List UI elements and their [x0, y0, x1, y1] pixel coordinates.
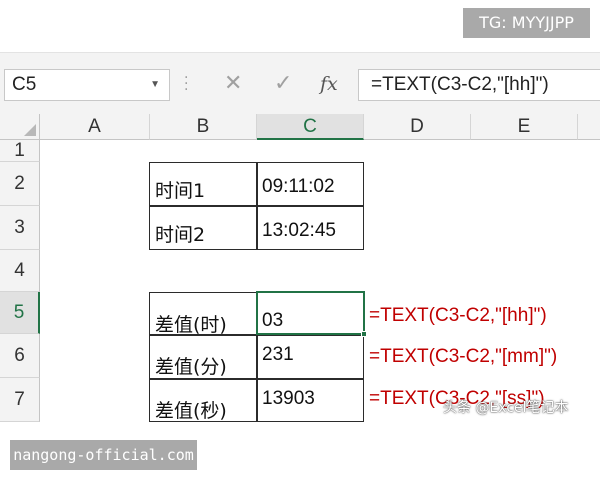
column-header-a[interactable]: A — [40, 114, 150, 140]
cell-c7[interactable]: 13903 — [257, 388, 315, 410]
watermark-corner: 头条 @Excel笔记本 — [443, 400, 569, 416]
insert-function-icon[interactable]: fx — [320, 73, 338, 95]
select-all-icon — [24, 124, 36, 136]
row-header-7[interactable]: 7 — [0, 378, 40, 422]
chevron-down-icon[interactable]: ▼ — [150, 70, 160, 100]
row-header-3[interactable]: 3 — [0, 206, 40, 250]
cell-c6[interactable]: 231 — [257, 344, 294, 366]
name-box-value: C5 — [12, 74, 37, 95]
fill-handle[interactable] — [361, 331, 367, 337]
column-header-e[interactable]: E — [471, 114, 578, 140]
watermark-badge-top: TG: MYYJJPP — [463, 8, 590, 38]
spreadsheet-grid: A B C D E 1 2 3 4 5 6 7 时间1 09:11:02 时间2… — [0, 114, 600, 430]
column-header-d[interactable]: D — [364, 114, 471, 140]
cancel-icon[interactable]: ✕ — [224, 71, 242, 96]
row-header-2[interactable]: 2 — [0, 162, 40, 206]
column-header-c[interactable]: C — [257, 114, 364, 140]
formula-bar: C5 ▼ · · · ✕ ✓ fx =TEXT(C3-C2,"[hh]") — [0, 52, 600, 114]
row-header-6[interactable]: 6 — [0, 334, 40, 378]
watermark-badge-bottom: nangong-official.com — [10, 440, 197, 470]
drag-handle-icon[interactable]: · · · — [184, 71, 188, 97]
cell-c5[interactable]: 03 — [257, 310, 283, 332]
select-all-corner[interactable] — [0, 114, 40, 140]
cell-c2[interactable]: 09:11:02 — [257, 176, 335, 198]
cell-b5[interactable]: 差值(时) — [150, 310, 227, 337]
top-band: TG: MYYJJPP — [0, 0, 600, 52]
column-header-f[interactable] — [578, 114, 600, 140]
row-header-4[interactable]: 4 — [0, 250, 40, 292]
cell-b6[interactable]: 差值(分) — [150, 352, 227, 379]
cell-b7[interactable]: 差值(秒) — [150, 396, 227, 423]
row-header-5[interactable]: 5 — [0, 292, 40, 334]
annotation-d6: =TEXT(C3-C2,"[mm]") — [369, 346, 558, 367]
table-divider — [149, 205, 364, 207]
formula-buttons: ✕ ✓ fx — [208, 69, 356, 101]
row-header-1[interactable]: 1 — [0, 140, 40, 162]
formula-input[interactable]: =TEXT(C3-C2,"[hh]") — [358, 69, 600, 101]
column-header-b[interactable]: B — [150, 114, 257, 140]
name-box[interactable]: C5 ▼ — [4, 69, 170, 101]
bottom-band: nangong-official.com — [0, 430, 600, 480]
cell-c3[interactable]: 13:02:45 — [257, 220, 336, 242]
cell-b3[interactable]: 时间2 — [150, 220, 205, 247]
annotation-d5: =TEXT(C3-C2,"[hh]") — [369, 305, 547, 326]
cell-b2[interactable]: 时间1 — [150, 176, 205, 203]
enter-icon[interactable]: ✓ — [274, 71, 292, 96]
